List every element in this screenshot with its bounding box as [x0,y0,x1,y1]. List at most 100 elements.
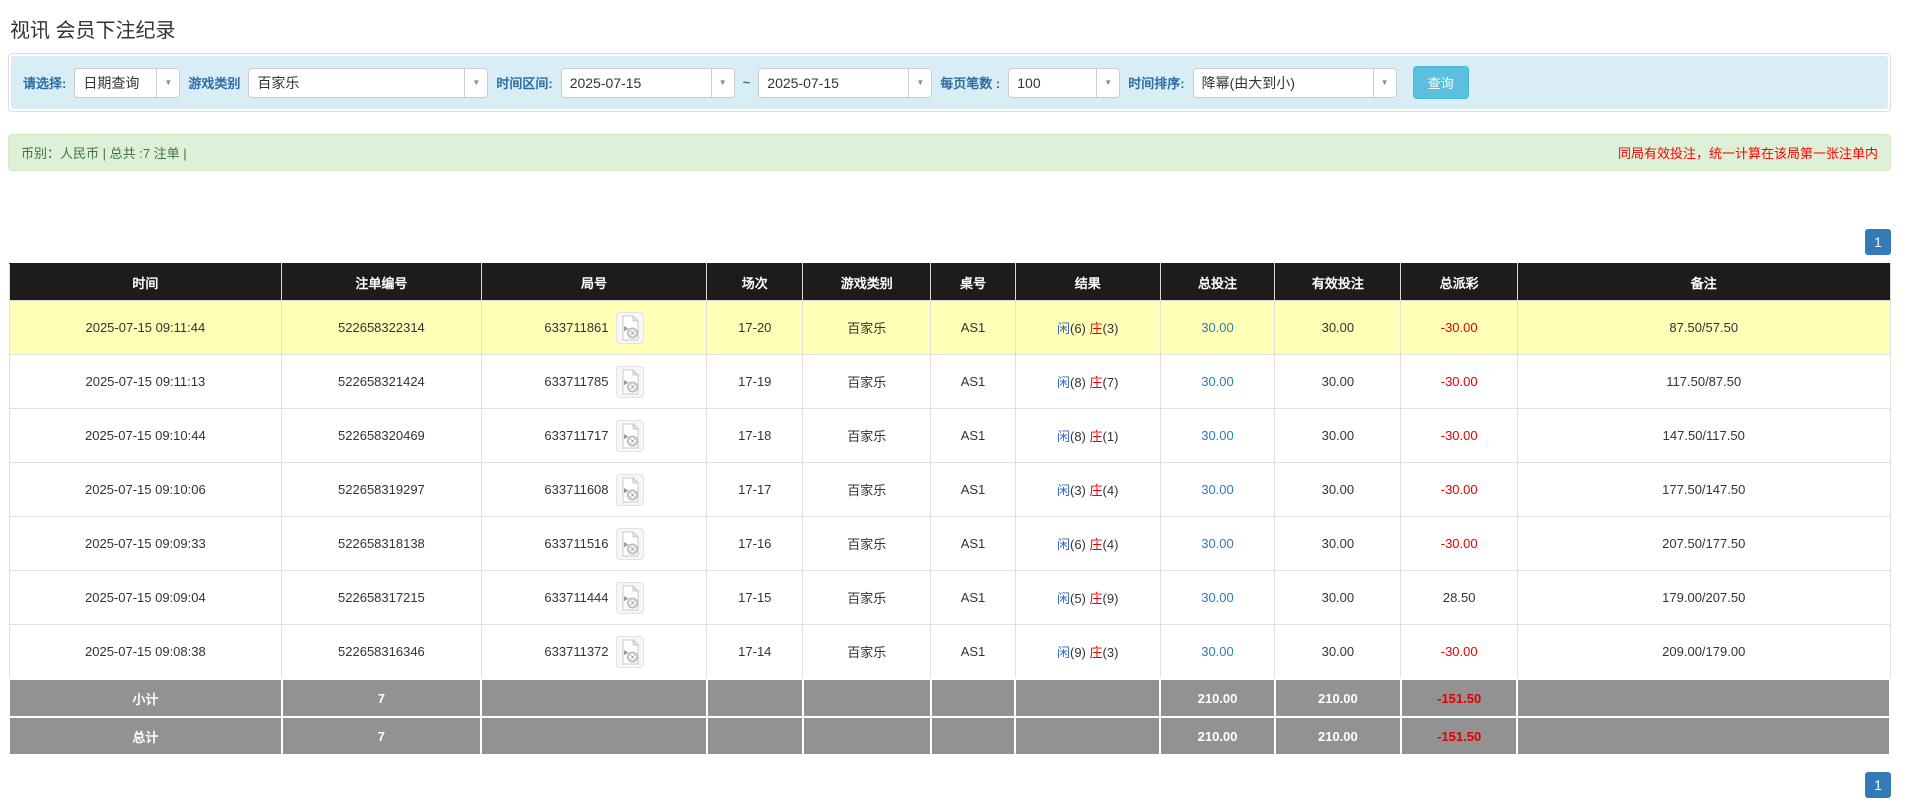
total-bet-link[interactable]: 30.00 [1201,428,1234,443]
result-player-label: 闲 [1056,645,1070,660]
chevron-down-icon[interactable]: ▼ [1372,68,1396,97]
video-file-icon [622,314,639,340]
game-type-select[interactable]: ▼ [248,67,489,98]
pagination-top: 1 [8,229,1891,255]
records-table: 时间 注单编号 局号 场次 游戏类别 桌号 结果 总投注 有效投注 总派彩 备注 2025-07-1… [8,263,1891,756]
footer-label: 总计 [8,716,283,756]
chevron-down-icon[interactable]: ▼ [908,68,932,97]
page-1-button[interactable]: 1 [1865,772,1891,798]
cell-remark: 117.50/87.50 [1516,354,1891,409]
cell-total-bet[interactable]: 30.00 [1159,570,1276,625]
col-header-valid-bet: 有效投注 [1274,263,1402,301]
video-file-icon [622,476,639,502]
result-player-label: 闲 [1056,591,1070,606]
time-sort-input[interactable] [1193,68,1373,97]
subtotal-row: 小计 7 210.00 210.00 -151.50 [8,678,1891,718]
cell-remark: 209.00/179.00 [1516,624,1891,680]
date-from-input[interactable] [561,68,711,97]
col-header-session: 场次 [706,263,804,301]
result-banker-label: 庄 [1089,321,1103,336]
cell-session: 17-14 [706,624,804,680]
records-table-footer: 小计 7 210.00 210.00 -151.50 总计 7 210.00 2… [8,678,1891,756]
cell-total-bet[interactable]: 30.00 [1159,354,1276,409]
cell-total-bet[interactable]: 30.00 [1159,462,1276,517]
round-number: 633711516 [544,536,609,551]
cell-game-type: 百家乐 [802,624,932,680]
date-to-select[interactable]: ▼ [758,67,933,98]
video-replay-button[interactable] [615,473,644,506]
total-bet-link[interactable]: 30.00 [1201,482,1234,497]
cell-time: 2025-07-15 09:11:44 [8,300,283,355]
round-number: 633711717 [544,428,609,443]
cell-table-id: AS1 [930,354,1016,409]
cell-game-type: 百家乐 [802,462,932,517]
cell-total-bet[interactable]: 30.00 [1159,624,1276,680]
cell-total-bet[interactable]: 30.00 [1159,408,1276,463]
table-row: 2025-07-15 09:10:06 522658319297 6337116… [8,462,1891,517]
cell-time: 2025-07-15 09:09:33 [8,516,283,571]
total-bet-link[interactable]: 30.00 [1201,320,1234,335]
total-bet-link[interactable]: 30.00 [1201,374,1234,389]
cell-bet-id: 522658322314 [281,300,482,355]
cell-remark: 177.50/147.50 [1516,462,1891,517]
cell-game-type: 百家乐 [802,516,932,571]
chevron-down-icon[interactable]: ▼ [710,68,734,97]
cell-game-type: 百家乐 [802,570,932,625]
filter-bar: 请选择: ▼ 游戏类别 ▼ 时间区间: ▼ ~ ▼ 每页笔数 : [11,56,1888,109]
page-size-input[interactable] [1009,68,1097,97]
page-1-button[interactable]: 1 [1865,229,1891,255]
cell-time: 2025-07-15 09:10:44 [8,408,283,463]
search-button[interactable]: 查询 [1412,66,1469,99]
cell-valid-bet: 30.00 [1274,462,1402,517]
video-replay-button[interactable] [615,527,644,560]
table-row: 2025-07-15 09:09:04 522658317215 6337114… [8,570,1891,625]
chevron-down-icon[interactable]: ▼ [156,68,180,97]
cell-valid-bet: 30.00 [1274,354,1402,409]
video-replay-button[interactable] [615,311,644,344]
cell-table-id: AS1 [930,462,1016,517]
time-range-label: 时间区间: [496,76,553,91]
page-size-label: 每页笔数 : [940,76,1001,91]
footer-payout: -151.50 [1399,678,1519,718]
round-number: 633711785 [544,374,609,389]
query-type-select[interactable]: ▼ [74,67,181,98]
chevron-down-icon[interactable]: ▼ [1096,68,1120,97]
cell-session: 17-16 [706,516,804,571]
table-row: 2025-07-15 09:11:13 522658321424 6337117… [8,354,1891,409]
cell-total-bet[interactable]: 30.00 [1159,516,1276,571]
cell-payout: -30.00 [1400,516,1518,571]
total-bet-link[interactable]: 30.00 [1201,536,1234,551]
date-to-input[interactable] [759,68,909,97]
total-bet-link[interactable]: 30.00 [1201,644,1234,659]
video-replay-button[interactable] [615,581,644,614]
page-size-select[interactable]: ▼ [1008,67,1121,98]
query-type-input[interactable] [75,68,157,97]
cell-payout: -30.00 [1400,408,1518,463]
total-bet-link[interactable]: 30.00 [1201,590,1234,605]
time-sort-select[interactable]: ▼ [1192,67,1397,98]
video-replay-button[interactable] [615,635,644,668]
date-from-select[interactable]: ▼ [560,67,735,98]
page-title: 视讯 会员下注纪录 [10,20,176,42]
cell-bet-id: 522658317215 [281,570,482,625]
chevron-down-icon[interactable]: ▼ [464,68,488,97]
cell-session: 17-19 [706,354,804,409]
cell-valid-bet: 30.00 [1274,300,1402,355]
cell-session: 17-17 [706,462,804,517]
cell-result: 闲(6) 庄(4) [1014,516,1161,571]
cell-round-id: 633711372 [480,624,708,680]
cell-total-bet[interactable]: 30.00 [1159,300,1276,355]
cell-session: 17-15 [706,570,804,625]
page: 视讯 会员下注纪录 请选择: ▼ 游戏类别 ▼ 时间区间: ▼ ~ ▼ [0,14,1899,798]
cell-game-type: 百家乐 [802,300,932,355]
video-replay-button[interactable] [615,419,644,452]
cell-valid-bet: 30.00 [1274,516,1402,571]
game-type-input[interactable] [249,68,465,97]
video-replay-button[interactable] [615,365,644,398]
cell-game-type: 百家乐 [802,408,932,463]
cell-bet-id: 522658316346 [281,624,482,680]
col-header-round-id: 局号 [480,263,708,301]
result-banker-label: 庄 [1089,591,1103,606]
table-row: 2025-07-15 09:11:44 522658322314 6337118… [8,300,1891,355]
tilde-separator: ~ [742,75,751,90]
